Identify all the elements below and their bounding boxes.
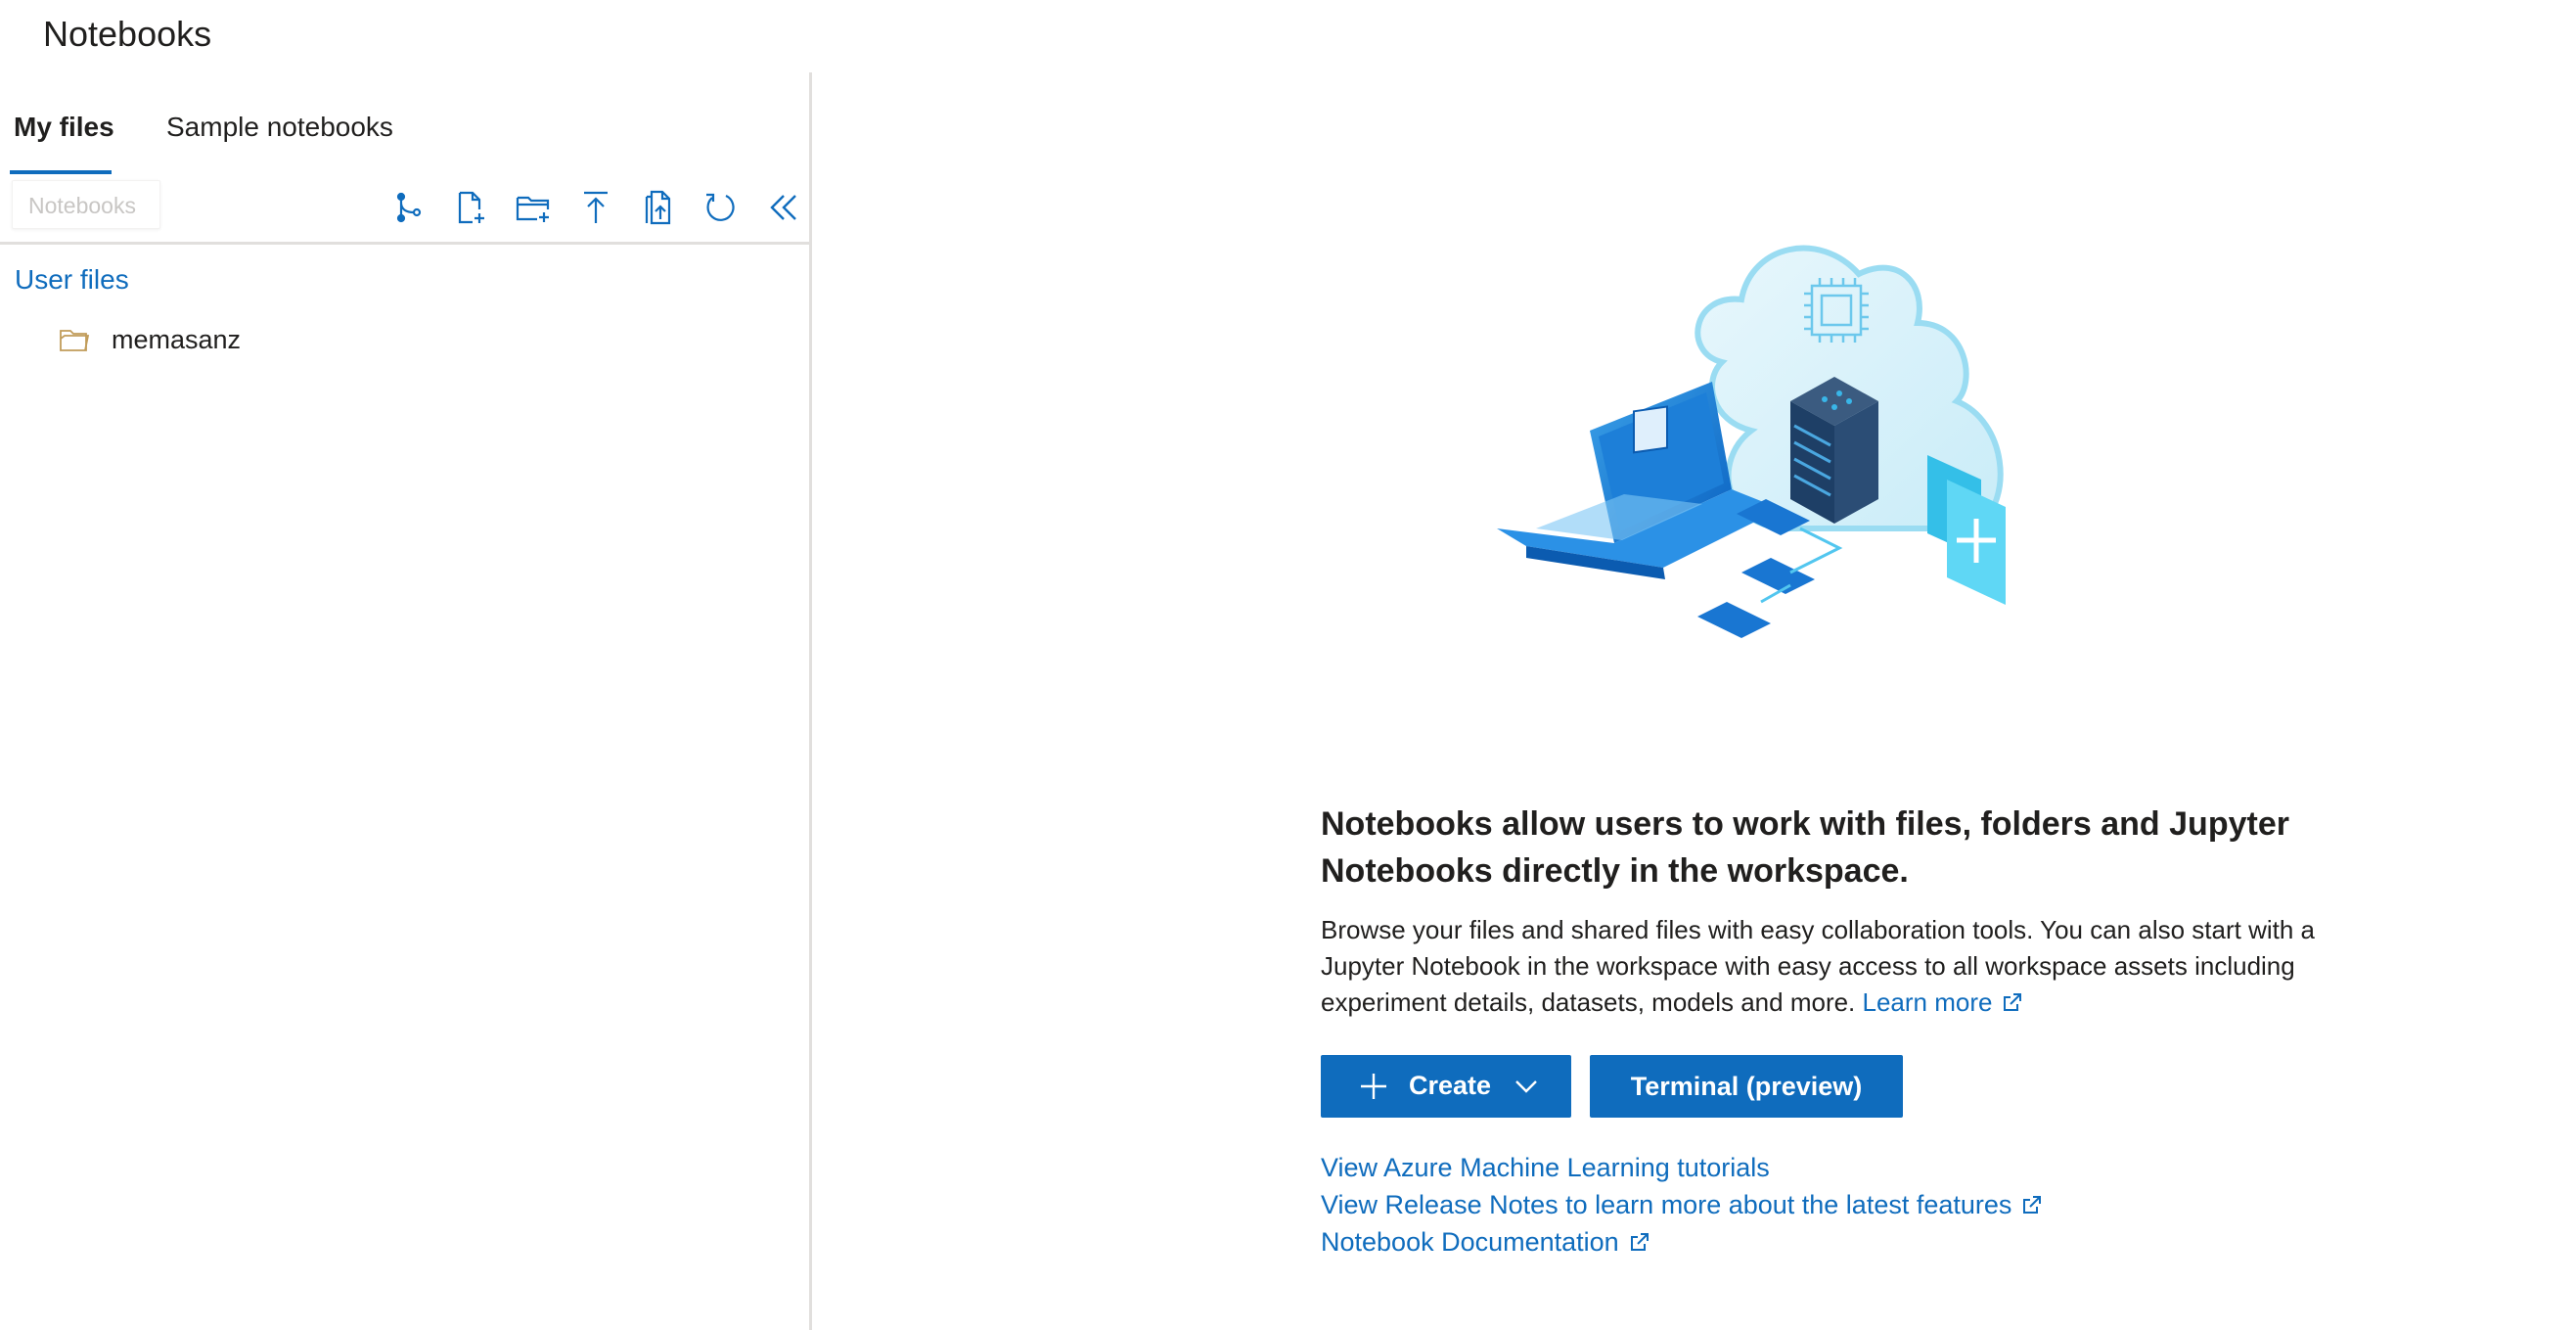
- learn-more-link[interactable]: Learn more: [1863, 987, 2024, 1017]
- new-file-icon[interactable]: [451, 188, 490, 227]
- file-toolbar: [388, 188, 799, 227]
- tutorials-link[interactable]: View Azure Machine Learning tutorials: [1321, 1153, 1770, 1183]
- refresh-icon[interactable]: [701, 188, 741, 227]
- terminal-button[interactable]: Terminal (preview): [1590, 1055, 1903, 1118]
- filter-placeholder: Notebooks: [28, 193, 136, 218]
- sidebar: My files Sample notebooks Notebooks User…: [0, 72, 812, 1330]
- create-button-label: Create: [1409, 1071, 1492, 1100]
- upload-folder-icon[interactable]: [639, 188, 678, 227]
- welcome-headline: Notebooks allow users to work with files…: [1321, 805, 2289, 890]
- upload-icon[interactable]: [576, 188, 615, 227]
- external-link-icon: [2023, 1196, 2042, 1214]
- release-notes-link[interactable]: View Release Notes to learn more about t…: [1321, 1190, 2043, 1220]
- page-title: Notebooks: [43, 14, 212, 54]
- welcome-description: Browse your files and shared files with …: [1321, 912, 2338, 1021]
- description-text: Browse your files and shared files with …: [1321, 915, 2315, 1017]
- active-tab-indicator: [10, 170, 112, 174]
- notebooks-filter-input[interactable]: Notebooks: [12, 180, 160, 229]
- new-folder-icon[interactable]: [514, 188, 553, 227]
- external-link-icon: [1630, 1233, 1649, 1251]
- terminal-button-label: Terminal (preview): [1630, 1071, 1863, 1101]
- collapse-double-chevron-icon[interactable]: [764, 188, 803, 227]
- plus-icon: [1361, 1074, 1386, 1099]
- toolbar-divider: [0, 242, 809, 245]
- hero-illustration: [1497, 235, 2123, 665]
- tree-item-label: memasanz: [112, 325, 242, 354]
- tab-my-files[interactable]: My files: [14, 112, 114, 143]
- git-branch-icon[interactable]: [388, 188, 428, 227]
- create-button[interactable]: Create: [1321, 1055, 1571, 1118]
- external-link-icon: [2004, 993, 2022, 1011]
- folder-icon: [60, 330, 90, 351]
- notebook-documentation-link[interactable]: Notebook Documentation: [1321, 1227, 1650, 1258]
- user-files-header[interactable]: User files: [15, 264, 129, 296]
- tab-sample-notebooks[interactable]: Sample notebooks: [166, 112, 393, 143]
- chevron-down-icon: [1515, 1080, 1537, 1093]
